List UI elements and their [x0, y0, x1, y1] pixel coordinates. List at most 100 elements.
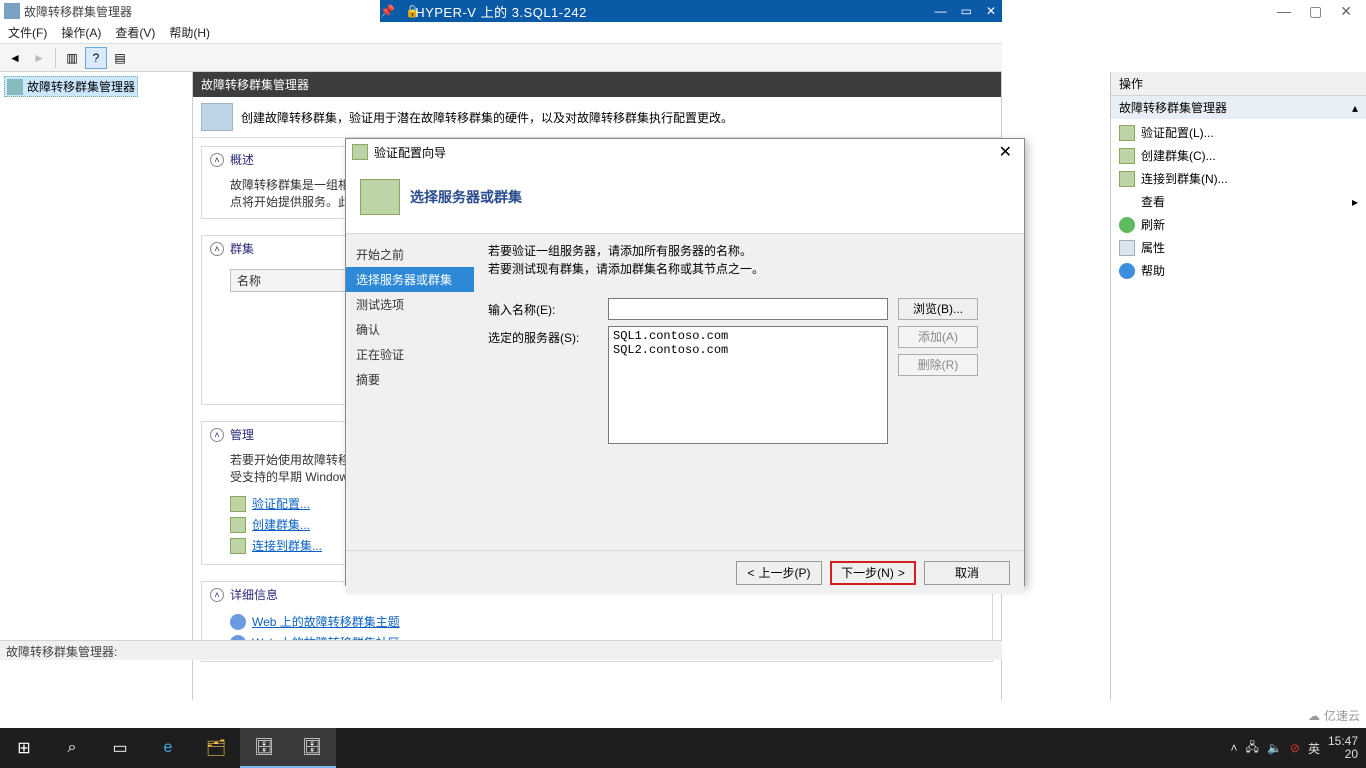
- taskbar-cluster-manager[interactable]: 🗄: [288, 728, 336, 768]
- tray-network-icon[interactable]: 🖧: [1246, 738, 1259, 759]
- details-title: 详细信息: [230, 586, 278, 603]
- tray-alert-icon[interactable]: ⊘: [1290, 741, 1300, 755]
- menu-view[interactable]: 查看(V): [115, 24, 155, 41]
- wizard-step-before[interactable]: 开始之前: [346, 242, 474, 267]
- start-button[interactable]: ⊞: [0, 728, 48, 768]
- wizard-step-confirm[interactable]: 确认: [346, 317, 474, 342]
- create-icon: [1119, 148, 1135, 164]
- tree-root-label: 故障转移群集管理器: [27, 78, 135, 95]
- previous-button[interactable]: <上一步(P): [736, 561, 822, 585]
- wizard-desc-1: 若要验证一组服务器，请添加所有服务器的名称。: [488, 242, 1010, 260]
- wizard-heading: 选择服务器或群集: [410, 187, 522, 207]
- web-topics-link[interactable]: Web 上的故障转移群集主题: [252, 613, 400, 630]
- collapse-actions-icon[interactable]: ▴: [1352, 101, 1358, 115]
- menu-action[interactable]: 操作(A): [61, 24, 101, 41]
- watermark: ☁ 亿速云: [1308, 707, 1360, 724]
- host-maximize-button[interactable]: ▢: [1309, 3, 1322, 20]
- refresh-icon: [1119, 217, 1135, 233]
- wizard-step-validating[interactable]: 正在验证: [346, 342, 474, 367]
- overview-line2: 点将开始提供服务。此过: [230, 193, 362, 210]
- cloud-icon: ☁: [1308, 709, 1320, 723]
- tray-ime[interactable]: 英: [1308, 740, 1320, 757]
- collapse-manage-button[interactable]: ˄: [210, 428, 224, 442]
- chevron-right-icon: ▸: [1352, 195, 1358, 209]
- tray-up-icon[interactable]: ˄: [1231, 741, 1238, 755]
- actions-group-header: 故障转移群集管理器▴: [1111, 96, 1366, 119]
- toolbar: ◄ ► ▥ ? ▤: [0, 44, 1002, 72]
- host-minimize-button[interactable]: —: [1277, 3, 1291, 19]
- collapse-clusters-button[interactable]: ˄: [210, 242, 224, 256]
- enter-name-label: 输入名称(E):: [488, 298, 598, 318]
- show-hide-tree-button[interactable]: ▥: [61, 47, 83, 69]
- wizard-desc-2: 若要测试现有群集，请添加群集名称或其节点之一。: [488, 260, 1010, 278]
- wizard-window-title: 验证配置向导: [374, 144, 446, 161]
- tree-root-node[interactable]: 故障转移群集管理器: [4, 76, 138, 97]
- collapse-overview-button[interactable]: ˄: [210, 153, 224, 167]
- mmc-window-title: 故障转移群集管理器: [24, 3, 132, 20]
- action-validate[interactable]: 验证配置(L)...: [1111, 121, 1366, 144]
- center-header: 故障转移群集管理器: [193, 72, 1001, 97]
- menu-file[interactable]: 文件(F): [8, 24, 47, 41]
- validation-wizard-dialog: 验证配置向导 ✕ 选择服务器或群集 开始之前 选择服务器或群集 测试选项 确认 …: [345, 138, 1025, 586]
- action-properties[interactable]: 属性: [1111, 236, 1366, 259]
- wizard-close-button[interactable]: ✕: [993, 142, 1018, 162]
- add-button[interactable]: 添加(A): [898, 326, 978, 348]
- remove-button[interactable]: 删除(R): [898, 354, 978, 376]
- taskbar-server-manager[interactable]: 🗄: [240, 728, 288, 768]
- taskbar-explorer[interactable]: 🗂: [192, 728, 240, 768]
- connect-link[interactable]: 连接到群集...: [252, 537, 322, 554]
- taskbar-ie[interactable]: e: [144, 728, 192, 768]
- cancel-button[interactable]: 取消: [924, 561, 1010, 585]
- clusters-title: 群集: [230, 240, 254, 257]
- system-tray: ˄ 🖧 🔈 ⊘ 英 15:47 20: [1231, 735, 1366, 761]
- description-text: 创建故障转移群集，验证用于潜在故障转移群集的硬件，以及对故障转移群集执行配置更改…: [241, 109, 733, 126]
- wizard-icon: [352, 144, 368, 160]
- web-icon: [230, 614, 246, 630]
- overview-title: 概述: [230, 151, 254, 168]
- status-bar: 故障转移群集管理器:: [0, 640, 1002, 660]
- help-icon: [1119, 263, 1135, 279]
- create-icon: [230, 517, 246, 533]
- show-hide-action-button[interactable]: ▤: [109, 47, 131, 69]
- create-link[interactable]: 创建群集...: [252, 516, 310, 533]
- wizard-hero-icon: [360, 179, 400, 215]
- wizard-step-tests[interactable]: 测试选项: [346, 292, 474, 317]
- wizard-steps: 开始之前 选择服务器或群集 测试选项 确认 正在验证 摘要: [346, 234, 474, 550]
- tray-volume-icon[interactable]: 🔈: [1267, 741, 1282, 755]
- collapse-details-button[interactable]: ˄: [210, 588, 224, 602]
- nav-forward-button[interactable]: ►: [28, 47, 50, 69]
- servers-icon: [201, 103, 233, 131]
- validate-link[interactable]: 验证配置...: [252, 495, 310, 512]
- manage-line1: 若要开始使用故障转移群: [230, 451, 362, 468]
- manage-title: 管理: [230, 426, 254, 443]
- tray-clock[interactable]: 15:47 20: [1328, 735, 1358, 761]
- host-close-button[interactable]: ✕: [1340, 3, 1352, 20]
- wizard-step-select[interactable]: 选择服务器或群集: [346, 267, 474, 292]
- browse-button[interactable]: 浏览(B)...: [898, 298, 978, 320]
- tree-pane: 故障转移群集管理器: [0, 72, 193, 700]
- nav-back-button[interactable]: ◄: [4, 47, 26, 69]
- action-refresh[interactable]: 刷新: [1111, 213, 1366, 236]
- properties-icon: [1119, 240, 1135, 256]
- actions-header: 操作: [1111, 72, 1366, 96]
- connect-icon: [1119, 171, 1135, 187]
- validate-icon: [230, 496, 246, 512]
- action-help[interactable]: 帮助: [1111, 259, 1366, 282]
- search-button[interactable]: ⌕: [48, 728, 96, 768]
- action-connect[interactable]: 连接到群集(N)...: [1111, 167, 1366, 190]
- menu-help[interactable]: 帮助(H): [169, 24, 210, 41]
- taskbar: ⊞ ⌕ ▭ e 🗂 🗄 🗄 ˄ 🖧 🔈 ⊘ 英 15:47 20: [0, 728, 1366, 768]
- action-view[interactable]: 查看▸: [1111, 190, 1366, 213]
- actions-pane: 操作 故障转移群集管理器▴ 验证配置(L)... 创建群集(C)... 连接到群…: [1110, 72, 1366, 700]
- next-button[interactable]: 下一步(N)>: [830, 561, 916, 585]
- mmc-title-bar: 故障转移群集管理器: [0, 0, 380, 22]
- action-create[interactable]: 创建群集(C)...: [1111, 144, 1366, 167]
- help-button[interactable]: ?: [85, 47, 107, 69]
- task-view-button[interactable]: ▭: [96, 728, 144, 768]
- selected-servers-label: 选定的服务器(S):: [488, 326, 598, 346]
- cluster-manager-icon: [7, 79, 23, 95]
- selected-servers-list[interactable]: SQL1.contoso.com SQL2.contoso.com: [608, 326, 888, 444]
- validate-icon: [1119, 125, 1135, 141]
- wizard-step-summary[interactable]: 摘要: [346, 367, 474, 392]
- enter-name-input[interactable]: [608, 298, 888, 320]
